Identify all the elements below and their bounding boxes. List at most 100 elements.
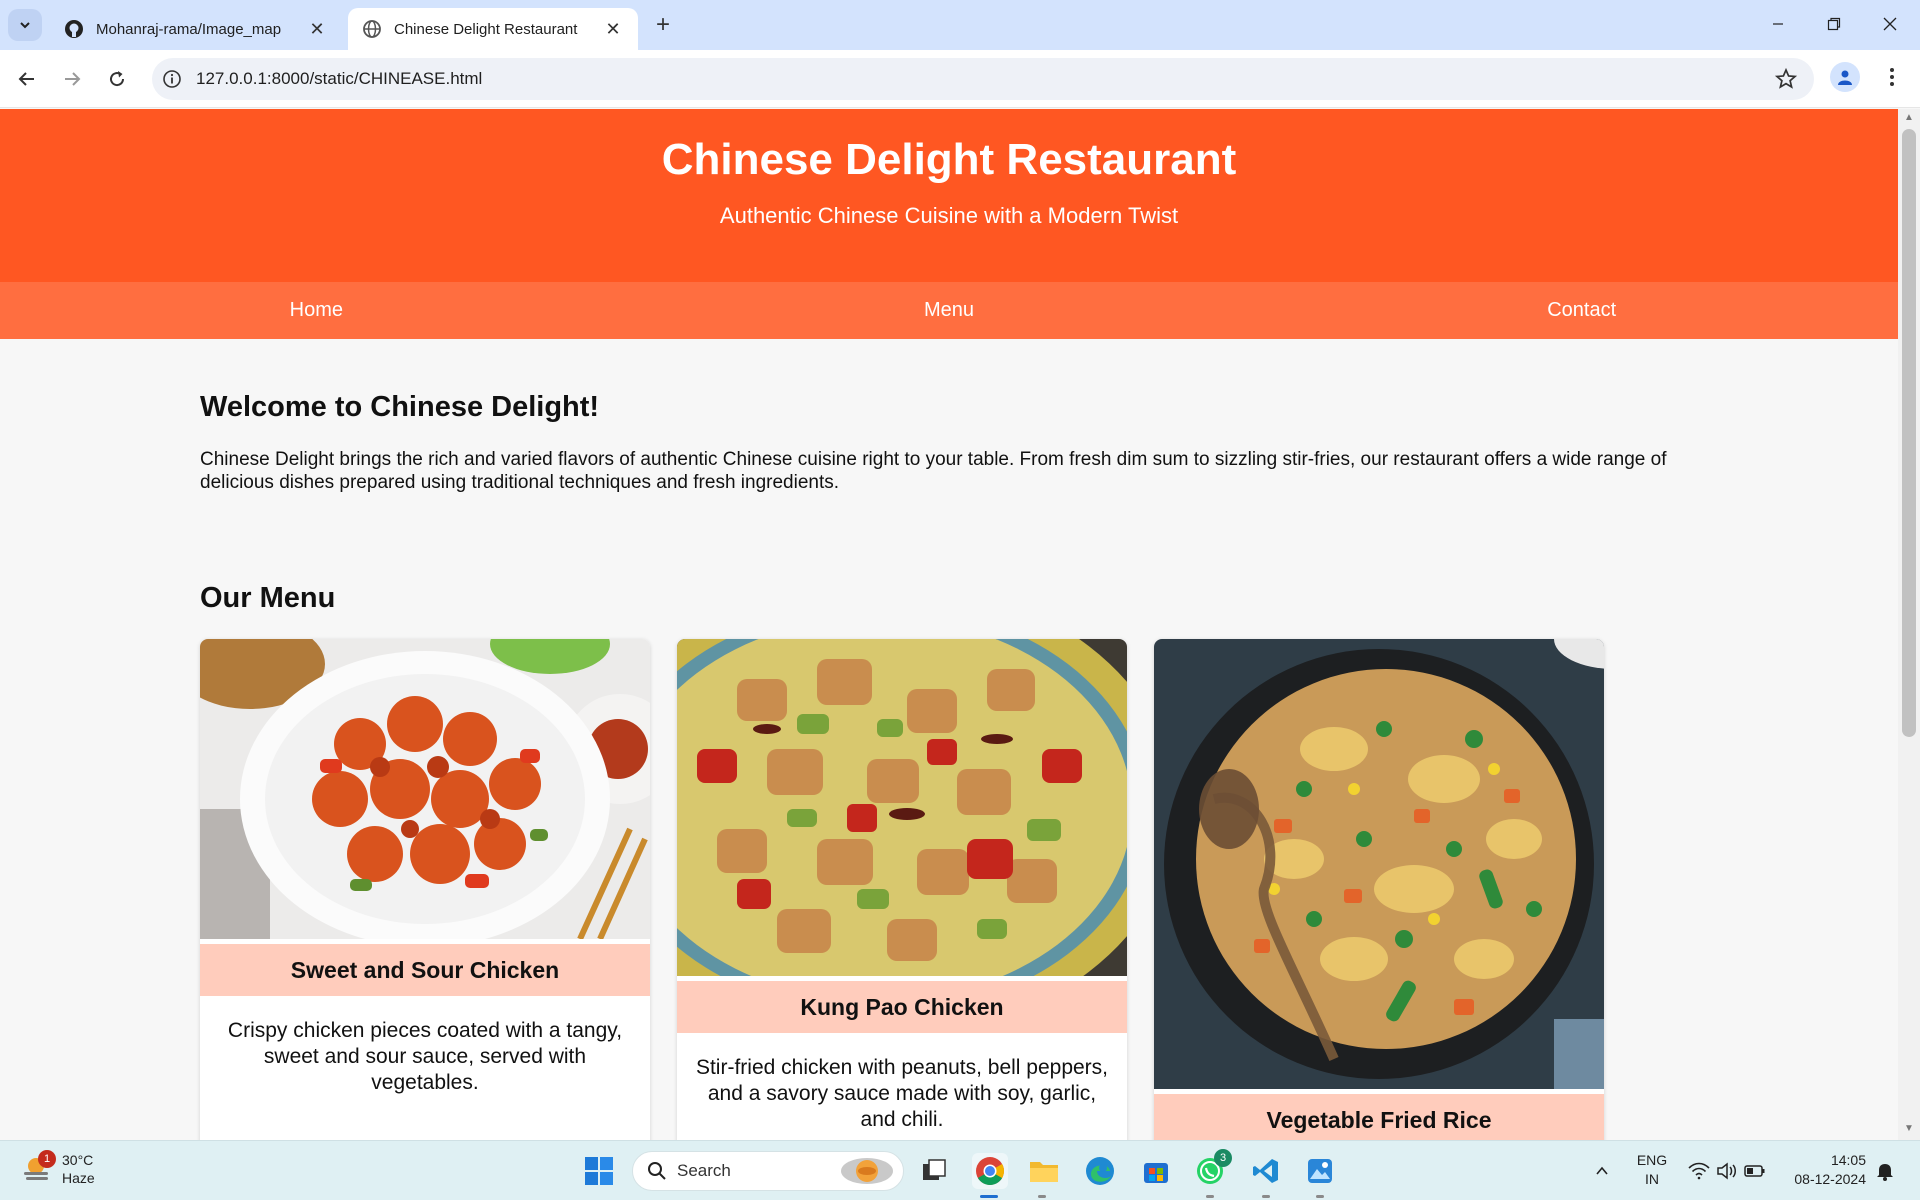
site-title: Chinese Delight Restaurant	[661, 135, 1237, 184]
site-info-icon[interactable]	[162, 69, 182, 89]
welcome-section: Welcome to Chinese Delight! Chinese Deli…	[200, 391, 1698, 494]
tab-restaurant[interactable]: Chinese Delight Restaurant ✕	[348, 8, 638, 50]
person-icon	[1838, 70, 1852, 85]
nav-link-home[interactable]: Home	[0, 282, 633, 339]
clock[interactable]: 14:05 08-12-2024	[1782, 1151, 1866, 1189]
volume-icon	[1717, 1162, 1736, 1180]
welcome-heading: Welcome to Chinese Delight!	[200, 391, 600, 423]
browser-toolbar: 127.0.0.1:8000/static/CHINEASE.html	[0, 50, 1920, 108]
weather-temp: 30°C	[62, 1152, 94, 1168]
scrollbar-thumb[interactable]	[1902, 129, 1916, 737]
page-viewport: Chinese Delight Restaurant Authentic Chi…	[0, 109, 1898, 1140]
weather-widget[interactable]: 1 30°C Haze	[22, 1150, 95, 1187]
edge-button[interactable]	[1082, 1153, 1118, 1189]
vscode-running-indicator	[1262, 1195, 1270, 1198]
chevron-down-icon	[20, 22, 30, 29]
chevron-up-icon	[1596, 1166, 1608, 1175]
notifications-button[interactable]	[1870, 1153, 1900, 1189]
vscode-icon	[1253, 1159, 1278, 1183]
site-tagline: Authentic Chinese Cuisine with a Modern …	[719, 203, 1179, 228]
nav-link-menu[interactable]: Menu	[633, 282, 1266, 339]
windows-icon	[585, 1157, 613, 1185]
taskbar-search[interactable]: Search	[632, 1151, 904, 1191]
chrome-taskbar-button[interactable]	[972, 1153, 1008, 1189]
task-view-icon	[923, 1159, 946, 1180]
minimize-button[interactable]	[1750, 8, 1806, 40]
whatsapp-button[interactable]: 3	[1192, 1149, 1232, 1189]
menu-item-name: Kung Pao Chicken	[677, 981, 1127, 1033]
more-vertical-icon	[1890, 68, 1894, 86]
vscode-button[interactable]	[1248, 1153, 1284, 1189]
new-tab-button[interactable]: +	[650, 11, 676, 38]
photos-running-indicator	[1316, 1195, 1324, 1198]
start-button[interactable]	[581, 1153, 617, 1189]
wifi-icon	[1688, 1162, 1710, 1180]
language-indicator[interactable]: ENG IN	[1630, 1151, 1674, 1189]
nav-link-contact[interactable]: Contact	[1265, 282, 1898, 339]
profile-button[interactable]	[1830, 62, 1860, 92]
arrow-right-icon	[65, 72, 81, 86]
folder-icon	[1030, 1162, 1058, 1182]
store-button[interactable]	[1138, 1153, 1174, 1189]
edge-icon	[1086, 1157, 1114, 1185]
bing-highlight-icon	[841, 1158, 893, 1184]
back-button[interactable]	[10, 62, 44, 96]
language-line2: IN	[1645, 1171, 1659, 1187]
site-header: Chinese Delight Restaurant Authentic Chi…	[0, 109, 1898, 282]
weather-haze-icon: 1	[22, 1150, 56, 1184]
weather-condition: Haze	[62, 1170, 95, 1186]
globe-icon	[363, 20, 381, 38]
close-icon	[1883, 17, 1897, 31]
reload-button[interactable]	[100, 62, 134, 96]
vegetable-fried-rice-image	[1154, 639, 1604, 1089]
tab-strip: Mohanraj-rama/Image_map ✕ Chinese Deligh…	[0, 0, 1920, 50]
whatsapp-running-indicator	[1206, 1195, 1214, 1198]
bell-icon	[1877, 1164, 1893, 1181]
chrome-active-indicator	[980, 1195, 998, 1198]
minimize-icon	[1773, 23, 1783, 25]
close-tab-icon[interactable]: ✕	[602, 18, 624, 40]
browser-menu-button[interactable]	[1880, 62, 1904, 92]
tab-github[interactable]: Mohanraj-rama/Image_map ✕	[50, 8, 342, 50]
system-status-button[interactable]	[1682, 1153, 1772, 1189]
menu-card-sweet-sour-chicken: Sweet and Sour Chicken Crispy chicken pi…	[200, 639, 650, 1140]
reload-icon	[110, 71, 125, 87]
store-icon	[1144, 1163, 1168, 1183]
restore-button[interactable]	[1806, 8, 1862, 40]
clock-date: 08-12-2024	[1794, 1171, 1866, 1187]
file-explorer-button[interactable]	[1026, 1153, 1062, 1189]
url-text[interactable]: 127.0.0.1:8000/static/CHINEASE.html	[196, 69, 1774, 89]
task-view-button[interactable]	[916, 1153, 952, 1189]
search-icon	[648, 1162, 666, 1180]
site-nav: Home Menu Contact	[0, 282, 1898, 339]
close-tab-icon[interactable]: ✕	[306, 18, 328, 40]
taskbar: 1 30°C Haze Search 3 ENG IN 14:05 08-12-…	[0, 1140, 1920, 1200]
chrome-icon	[976, 1157, 1004, 1185]
github-icon	[65, 20, 83, 38]
tab-search-button[interactable]	[8, 9, 42, 41]
photos-icon	[1308, 1159, 1332, 1183]
menu-cards: Sweet and Sour Chicken Crispy chicken pi…	[200, 639, 1698, 1140]
bookmark-star-icon[interactable]	[1774, 67, 1798, 91]
explorer-running-indicator	[1038, 1195, 1046, 1198]
forward-button[interactable]	[55, 62, 89, 96]
main-content: Welcome to Chinese Delight! Chinese Deli…	[0, 391, 1898, 1140]
close-window-button[interactable]	[1862, 8, 1918, 40]
kung-pao-chicken-image	[677, 639, 1127, 976]
clock-time: 14:05	[1830, 1152, 1866, 1168]
menu-item-description: Crispy chicken pieces coated with a tang…	[227, 1019, 623, 1094]
weather-badge: 1	[38, 1150, 56, 1168]
address-bar[interactable]: 127.0.0.1:8000/static/CHINEASE.html	[152, 58, 1814, 100]
menu-card-kung-pao-chicken: Kung Pao Chicken Stir-fried chicken with…	[677, 639, 1127, 1140]
scroll-up-arrow[interactable]: ▲	[1904, 113, 1914, 123]
arrow-left-icon	[18, 72, 34, 86]
welcome-text: Chinese Delight brings the rich and vari…	[200, 449, 1667, 493]
search-label: Search	[677, 1161, 731, 1180]
menu-item-name: Vegetable Fried Rice	[1154, 1094, 1604, 1140]
photos-button[interactable]	[1302, 1153, 1338, 1189]
page-scrollbar[interactable]: ▲ ▼	[1898, 109, 1920, 1140]
scroll-down-arrow[interactable]: ▼	[1904, 1124, 1914, 1134]
whatsapp-badge: 3	[1214, 1149, 1232, 1167]
tray-overflow-button[interactable]	[1584, 1153, 1620, 1189]
battery-icon	[1744, 1165, 1765, 1177]
